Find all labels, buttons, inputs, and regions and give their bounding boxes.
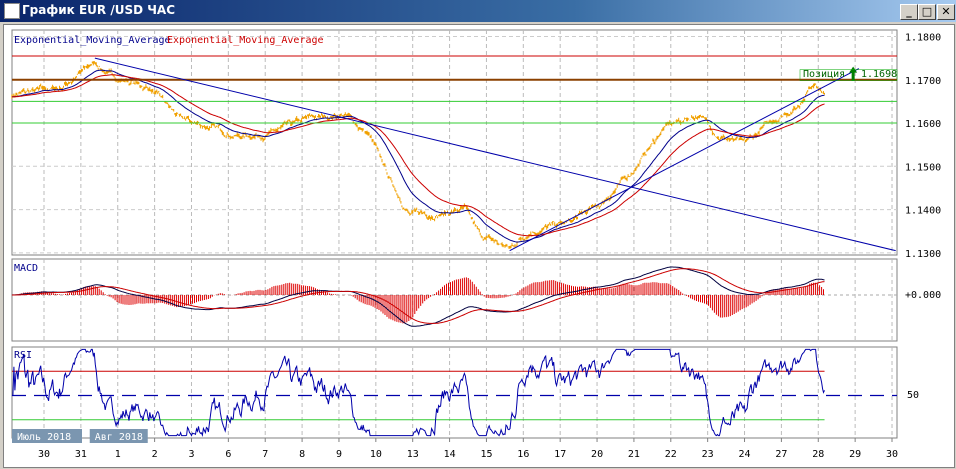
position-price: 1.1698 xyxy=(861,69,897,80)
x-tick-label: 13 xyxy=(407,449,419,460)
x-tick-label: 17 xyxy=(554,449,566,460)
y-tick-label: 1.1500 xyxy=(905,162,941,173)
x-tick-label: 2 xyxy=(152,449,158,460)
x-tick-label: 9 xyxy=(336,449,342,460)
y-tick-label: 1.1400 xyxy=(905,206,941,217)
legend-ema-fast: Exponential_Moving_Average xyxy=(14,35,171,46)
x-tick-label: 24 xyxy=(739,449,751,460)
x-tick-label: 6 xyxy=(225,449,231,460)
chart-canvas[interactable]: 30 31 1 2 3 6 7 8 9 10 13 14 15 16 17 20 21 22 23 24 27 28 29 3… xyxy=(0,0,956,469)
month-label: Июль 2018 xyxy=(17,432,71,443)
month-label: Авг 2018 xyxy=(95,432,143,443)
x-tick-label: 28 xyxy=(812,449,824,460)
x-tick-label: 21 xyxy=(628,449,640,460)
rsi-50-label: 50 xyxy=(907,390,919,401)
x-tick-label: 7 xyxy=(262,449,268,460)
y-tick-label: 1.1600 xyxy=(905,119,941,130)
macd-label: MACD xyxy=(14,263,38,274)
position-label: Позиция xyxy=(803,69,845,80)
y-tick-label: 1.1800 xyxy=(905,32,941,43)
x-tick-label: 30 xyxy=(886,449,898,460)
y-tick-label: 1.1300 xyxy=(905,249,941,260)
x-tick-label: 16 xyxy=(517,449,529,460)
x-tick-label: 15 xyxy=(480,449,492,460)
x-tick-label: 23 xyxy=(702,449,714,460)
macd-zero-label: +0.000 xyxy=(905,290,941,301)
x-tick-label: 10 xyxy=(370,449,382,460)
rsi-label: RSI xyxy=(14,350,32,361)
x-tick-label: 20 xyxy=(591,449,603,460)
y-tick-label: 1.1700 xyxy=(905,76,941,87)
legend-ema-slow: Exponential_Moving_Average xyxy=(167,35,324,46)
x-tick-label: 14 xyxy=(444,449,456,460)
x-tick-label: 31 xyxy=(75,449,87,460)
x-tick-label: 22 xyxy=(665,449,677,460)
x-tick-label: 3 xyxy=(188,449,194,460)
main-panel xyxy=(11,29,898,256)
x-tick-label: 29 xyxy=(849,449,861,460)
x-tick-label: 1 xyxy=(115,449,121,460)
x-tick-label: 30 xyxy=(38,449,50,460)
x-tick-label: 27 xyxy=(775,449,787,460)
x-tick-label: 8 xyxy=(299,449,305,460)
